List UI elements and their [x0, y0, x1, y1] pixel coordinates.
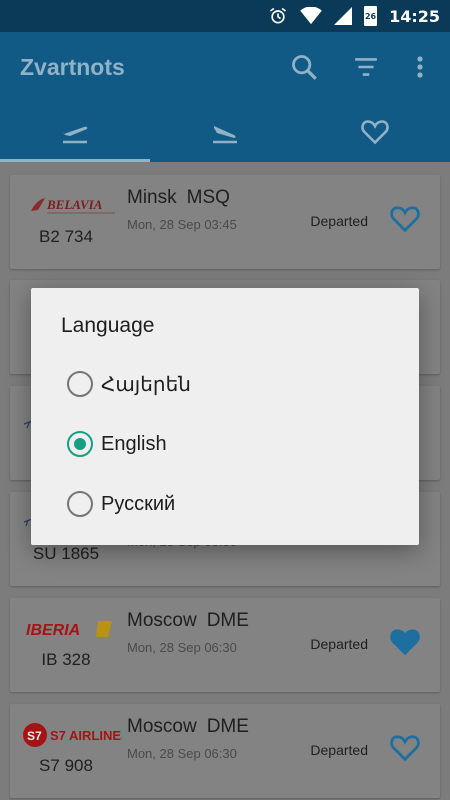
flight-number: IB 328	[41, 650, 91, 669]
flight-card[interactable]: BELAVIA B2 734 Minsk MSQ Mon, 28 Sep 03:4…	[10, 175, 440, 269]
destination-code: DME	[206, 716, 249, 737]
option-label: Հայերեն	[101, 373, 191, 396]
language-option-english[interactable]: English	[67, 419, 387, 469]
tab-departures[interactable]	[0, 102, 150, 162]
radio-button[interactable]	[67, 491, 93, 517]
flight-status: Departed	[310, 742, 368, 758]
tab-favorites[interactable]	[300, 102, 450, 162]
destination-city: Minsk	[127, 187, 177, 208]
dialog-title: Language	[61, 314, 155, 337]
favorite-button[interactable]	[390, 628, 420, 658]
sort-icon	[355, 58, 377, 76]
status-bar: 26 14:25	[0, 0, 450, 32]
flight-card[interactable]: IBERIA IB 328 Moscow DME Mon, 28 Sep 06:3…	[10, 598, 440, 692]
flight-status: Departed	[310, 213, 368, 229]
option-label: English	[101, 432, 167, 455]
destination-city: Moscow	[127, 610, 197, 631]
option-label: Русский	[101, 492, 176, 515]
heart-filled-icon	[390, 629, 420, 656]
battery-icon: 26	[364, 6, 378, 26]
language-option-armenian[interactable]: Հայերեն	[67, 359, 387, 409]
iberia-logo-icon: IBERIA	[26, 621, 112, 639]
airline-logo-belavia: BELAVIA	[22, 191, 122, 221]
svg-text:S7: S7	[27, 729, 42, 743]
tab-arrivals[interactable]	[150, 102, 300, 162]
more-vert-icon	[417, 56, 423, 78]
search-button[interactable]	[286, 49, 322, 85]
sort-button[interactable]	[348, 49, 384, 85]
wifi-icon	[300, 7, 322, 25]
language-option-russian[interactable]: Русский	[67, 479, 387, 529]
iberia-wordmark: IBERIA	[26, 622, 80, 639]
search-icon	[292, 55, 317, 80]
heart-outline-icon	[390, 206, 420, 233]
radio-button-selected[interactable]	[67, 431, 93, 457]
destination-code: DME	[206, 610, 249, 631]
flight-datetime: Mon, 28 Sep 03:45	[127, 217, 237, 232]
alarm-icon	[270, 7, 287, 24]
departures-icon	[62, 126, 88, 144]
airline-logo-s7: S7 S7 AIRLINES	[22, 720, 122, 750]
app-bar: Zvartnots	[0, 32, 450, 162]
battery-level: 26	[364, 11, 377, 21]
destination-code: MSQ	[186, 187, 230, 208]
destination: Minsk MSQ	[127, 187, 230, 209]
flight-card[interactable]: S7 S7 AIRLINES S7 908 Moscow DME Mon, 28 …	[10, 704, 440, 798]
s7-wordmark: S7 AIRLINES	[50, 728, 122, 743]
favorites-icon	[361, 120, 389, 145]
airline-logo-iberia: IBERIA	[22, 614, 122, 644]
destination: Moscow DME	[127, 610, 249, 632]
s7-logo-icon: S7 S7 AIRLINES	[23, 723, 122, 747]
favorite-button[interactable]	[390, 734, 420, 764]
clock: 14:25	[389, 6, 440, 26]
flight-number: B2 734	[39, 227, 93, 246]
language-dialog: Language Հայերեն English Русский	[31, 288, 419, 545]
flight-number: S7 908	[39, 756, 93, 775]
signal-icon	[334, 7, 353, 25]
flight-status: Departed	[310, 636, 368, 652]
flight-datetime: Mon, 28 Sep 06:30	[127, 746, 237, 761]
flight-datetime: Mon, 28 Sep 06:30	[127, 640, 237, 655]
app-title: Zvartnots	[20, 53, 125, 80]
radio-button[interactable]	[67, 371, 93, 397]
arrivals-icon	[213, 126, 237, 144]
destination-city: Moscow	[127, 716, 197, 737]
belavia-logo-icon: BELAVIA	[31, 197, 115, 214]
favorite-button[interactable]	[390, 205, 420, 235]
flight-number: SU 1865	[32, 544, 100, 563]
destination: Moscow DME	[127, 716, 249, 738]
more-options-button[interactable]	[410, 49, 430, 85]
heart-outline-icon	[390, 735, 420, 762]
belavia-wordmark: BELAVIA	[46, 197, 103, 212]
tab-bar	[0, 102, 450, 162]
